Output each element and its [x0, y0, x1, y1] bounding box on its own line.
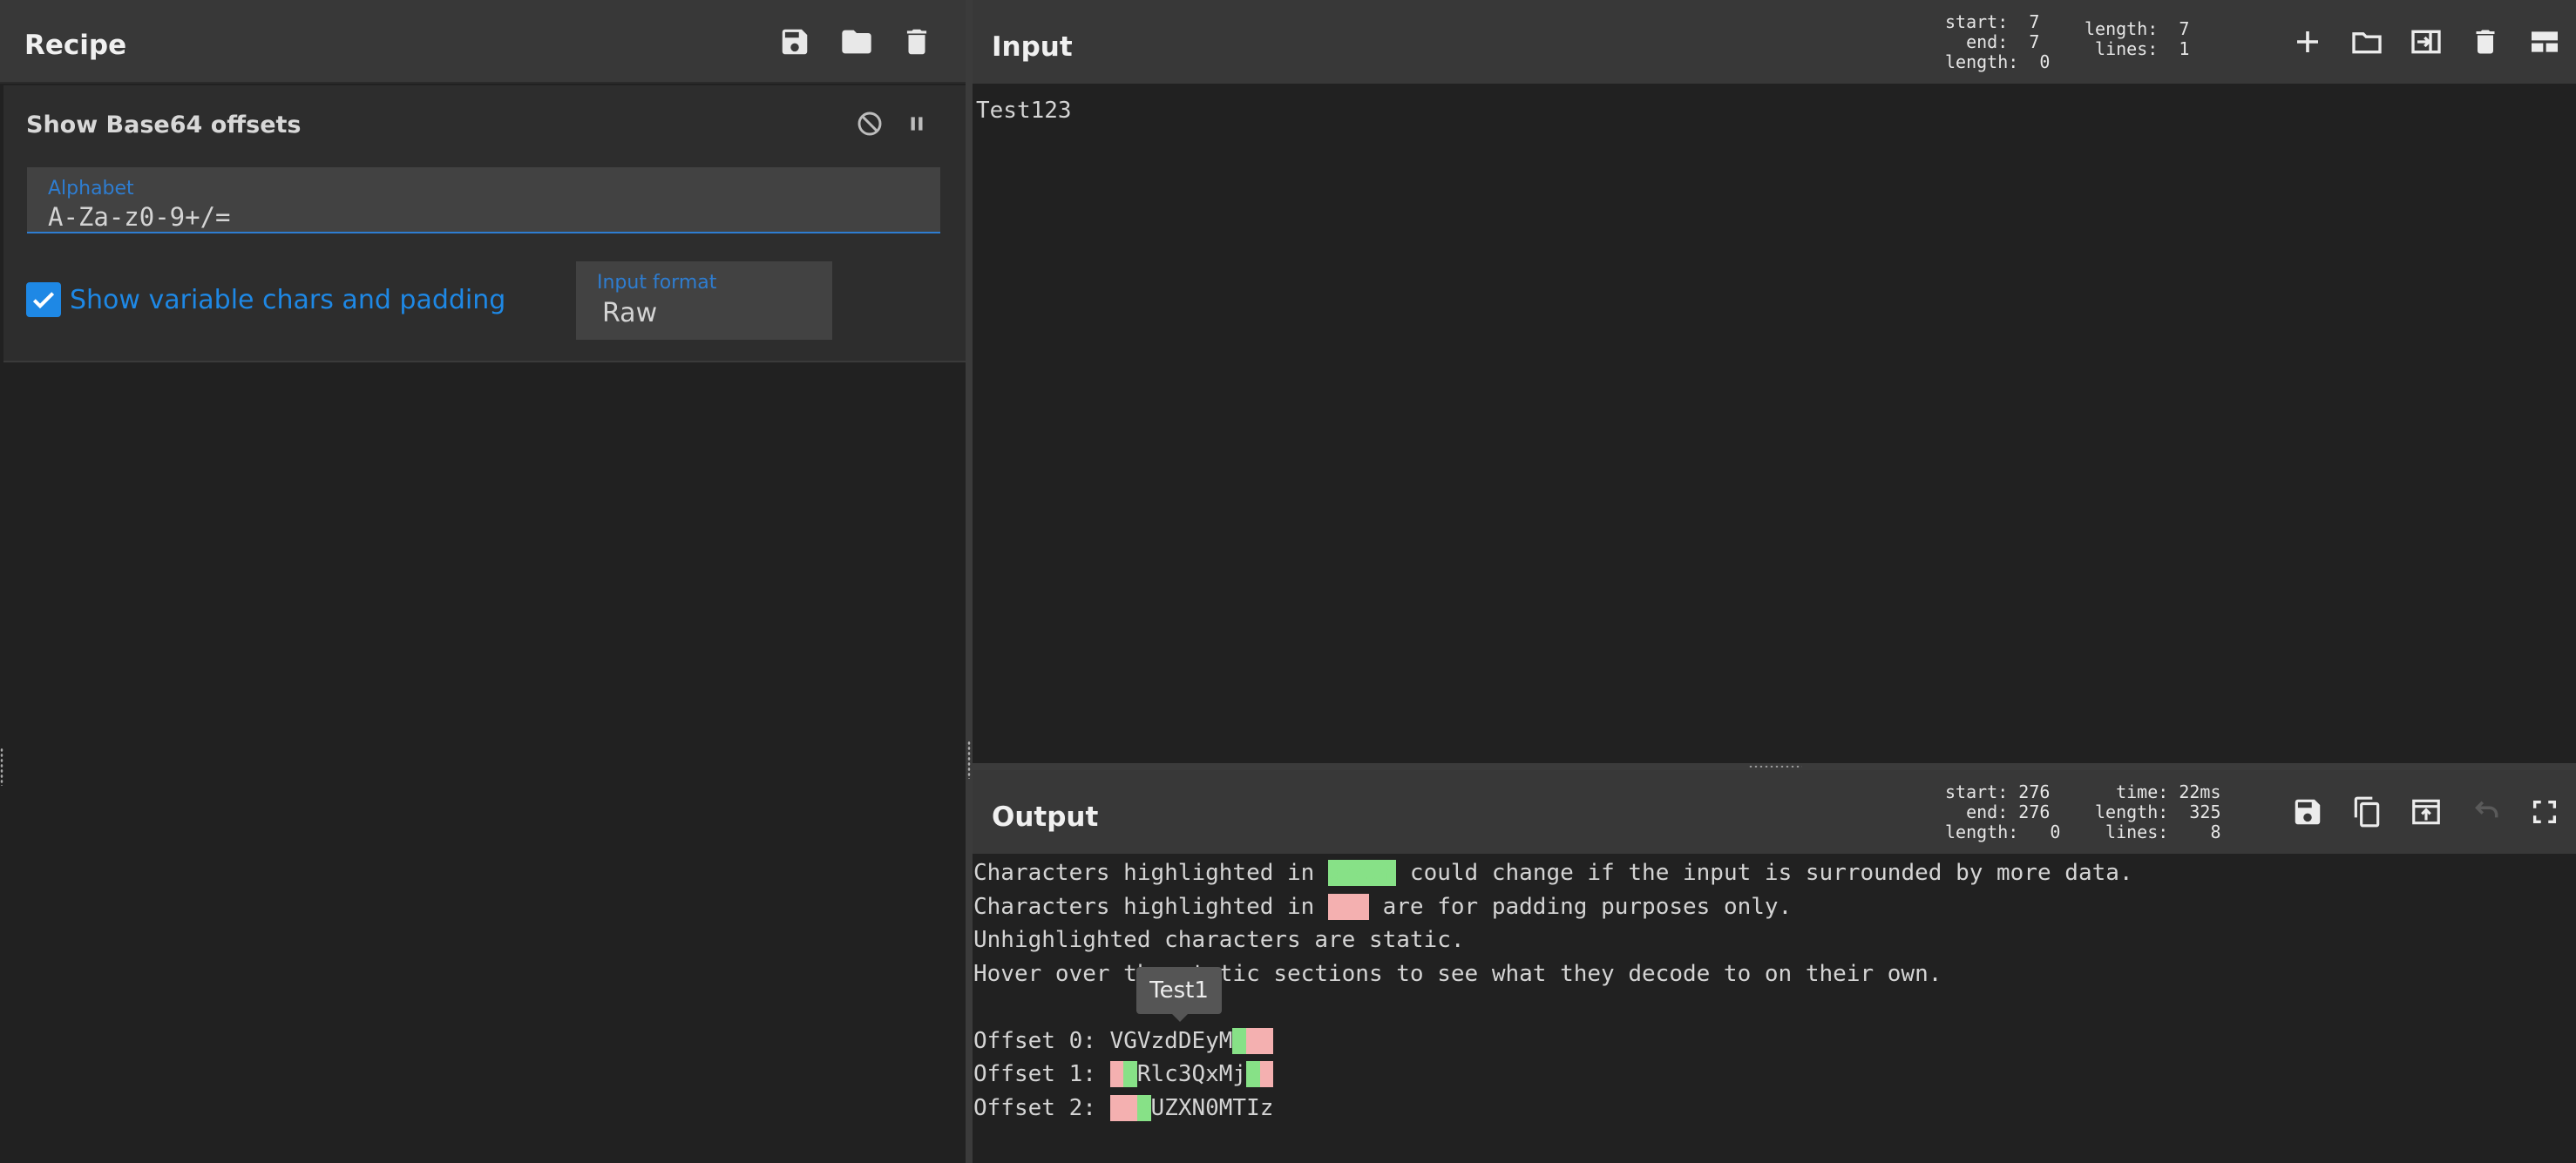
input-format-value: Raw	[602, 298, 658, 328]
clear-input-button[interactable]	[2464, 21, 2506, 63]
output-title: Output	[992, 801, 1099, 833]
input-textarea[interactable]: Test123	[973, 84, 2576, 763]
alphabet-value: A-Za-z0-9+/=	[48, 202, 231, 232]
static-section[interactable]: Rlc3QxMj	[1137, 1061, 1246, 1087]
red-highlight: red	[1328, 893, 1369, 920]
import-icon	[2411, 30, 2441, 54]
disable-operation-button[interactable]	[851, 105, 889, 143]
checkbox-checked[interactable]	[26, 282, 61, 317]
save-recipe-button[interactable]	[774, 21, 816, 63]
red-highlight: ==	[1246, 1027, 1274, 1054]
cyberchef-app: Recipe Show Base64 offsets Alphabet A-Za…	[0, 0, 2576, 1163]
offset-0-line: Offset 0: VGVzdDEyMz==	[973, 1024, 2576, 1058]
splitter-grip	[967, 740, 971, 779]
load-recipe-button[interactable]	[836, 21, 878, 63]
output-info-stats: time: 22ms length: 325 lines: 8	[2095, 781, 2221, 842]
decode-tooltip: Test1	[1136, 967, 1222, 1022]
maximize-icon	[2532, 800, 2557, 824]
recipe-title: Recipe	[24, 30, 127, 61]
layout-icon	[2532, 31, 2558, 52]
input-text: Test123	[976, 98, 1072, 124]
replace-input-icon	[2412, 799, 2440, 825]
check-icon	[32, 292, 55, 309]
output-text: Characters highlighted in	[973, 893, 1328, 920]
undo-icon	[2475, 801, 2498, 818]
operation-show-base64-offsets: Show Base64 offsets Alphabet A-Za-z0-9+/…	[3, 85, 966, 362]
offset-1-line: Offset 1: VGRlc3QxMjM=	[973, 1058, 2576, 1092]
reset-layout-button[interactable]	[2524, 21, 2566, 63]
green-highlight: green	[1328, 860, 1397, 886]
output-header: Output start: 276 end: 276 length: 0 tim…	[973, 770, 2576, 854]
offset-label: Offset 2:	[973, 1094, 1110, 1121]
pause-icon	[911, 117, 923, 131]
add-input-tab-button[interactable]	[2287, 21, 2329, 63]
input-title: Input	[992, 31, 1073, 63]
green-highlight: G	[1123, 1061, 1137, 1087]
static-section[interactable]: UZXN0MTIz	[1151, 1095, 1274, 1121]
pause-operation-button[interactable]	[898, 105, 936, 143]
input-length-stats: length: 7 lines: 1	[2085, 18, 2190, 59]
maximize-output-button[interactable]	[2524, 791, 2566, 833]
save-icon	[2295, 799, 2321, 825]
output-text: could change if the input is surrounded …	[1396, 860, 2133, 886]
operation-title: Show Base64 offsets	[26, 112, 302, 139]
undo-button[interactable]	[2464, 791, 2506, 833]
recipe-io-splitter[interactable]	[966, 0, 973, 1163]
copy-output-button[interactable]	[2346, 791, 2388, 833]
static-section[interactable]: VGVzdDEyM	[1110, 1028, 1233, 1054]
save-icon	[782, 29, 808, 55]
input-header: Input start: 7 end: 7 length: 0 length: …	[973, 0, 2576, 84]
io-pane: Input start: 7 end: 7 length: 0 length: …	[973, 0, 2576, 1163]
output-text: are for padding purposes only.	[1368, 893, 1793, 920]
input-format-label: Input format	[597, 272, 717, 294]
recipe-header: Recipe	[0, 0, 966, 84]
alphabet-label: Alphabet	[48, 178, 134, 199]
folder-icon	[2352, 32, 2382, 54]
disable-icon	[858, 112, 882, 136]
red-highlight: V	[1109, 1061, 1124, 1087]
open-input-folder-button[interactable]	[2405, 21, 2447, 63]
copy-icon	[2354, 796, 2380, 828]
show-variable-chars-checkbox[interactable]: Show variable chars and padding	[26, 282, 505, 317]
output-line: Unhighlighted characters are static.	[973, 927, 1465, 953]
trash-icon	[2476, 30, 2495, 54]
output-text: Characters highlighted in	[973, 860, 1328, 886]
replace-input-button[interactable]	[2405, 791, 2447, 833]
output-line: Characters highlighted in green could ch…	[973, 856, 2576, 890]
red-highlight: =	[1259, 1061, 1274, 1087]
input-format-select[interactable]: Input format Raw	[576, 261, 832, 340]
plus-icon	[2297, 31, 2318, 52]
offset-label: Offset 1:	[973, 1061, 1110, 1087]
offset-2-line: Offset 2: VGVUZXN0MTIz	[973, 1092, 2576, 1126]
green-highlight: z	[1232, 1027, 1247, 1054]
trash-icon	[906, 29, 927, 55]
folder-icon	[842, 30, 871, 54]
recipe-pane: Recipe Show Base64 offsets Alphabet A-Za…	[0, 0, 966, 1163]
green-highlight: V	[1136, 1094, 1151, 1121]
clear-recipe-button[interactable]	[896, 21, 938, 63]
red-highlight: VG	[1109, 1094, 1137, 1121]
left-edge-resize-handle[interactable]	[0, 747, 3, 786]
output-line: Characters highlighted in red are for pa…	[973, 890, 2576, 924]
splitter-grip	[1748, 765, 1802, 768]
input-output-splitter[interactable]	[973, 763, 2576, 770]
save-output-button[interactable]	[2287, 791, 2329, 833]
alphabet-field[interactable]: Alphabet A-Za-z0-9+/=	[27, 167, 940, 233]
open-input-file-button[interactable]	[2346, 21, 2388, 63]
checkbox-label: Show variable chars and padding	[70, 284, 506, 315]
green-highlight: M	[1246, 1061, 1260, 1087]
offset-label: Offset 0:	[973, 1027, 1110, 1054]
